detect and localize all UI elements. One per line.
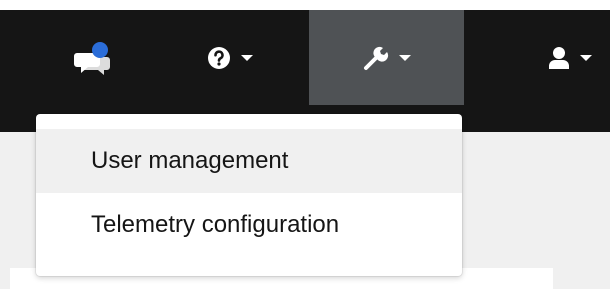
menu-item-telemetry-configuration[interactable]: Telemetry configuration (36, 193, 462, 257)
chevron-down-icon (398, 54, 411, 61)
admin-tools-menu-toggle[interactable] (309, 10, 464, 105)
top-strip (0, 0, 610, 10)
user-menu-toggle[interactable] (530, 10, 610, 105)
user-icon (548, 46, 570, 70)
wrench-icon (363, 45, 389, 71)
admin-tools-dropdown: User management Telemetry configuration (36, 114, 462, 276)
help-menu-toggle[interactable] (180, 10, 280, 105)
notifications-menu-toggle[interactable] (48, 10, 138, 105)
chevron-down-icon (580, 54, 592, 61)
menu-item-user-management[interactable]: User management (36, 129, 462, 193)
question-circle-icon (207, 46, 231, 70)
notification-badge (92, 41, 108, 58)
chevron-down-icon (241, 54, 253, 61)
chat-bubbles-icon (73, 41, 113, 75)
